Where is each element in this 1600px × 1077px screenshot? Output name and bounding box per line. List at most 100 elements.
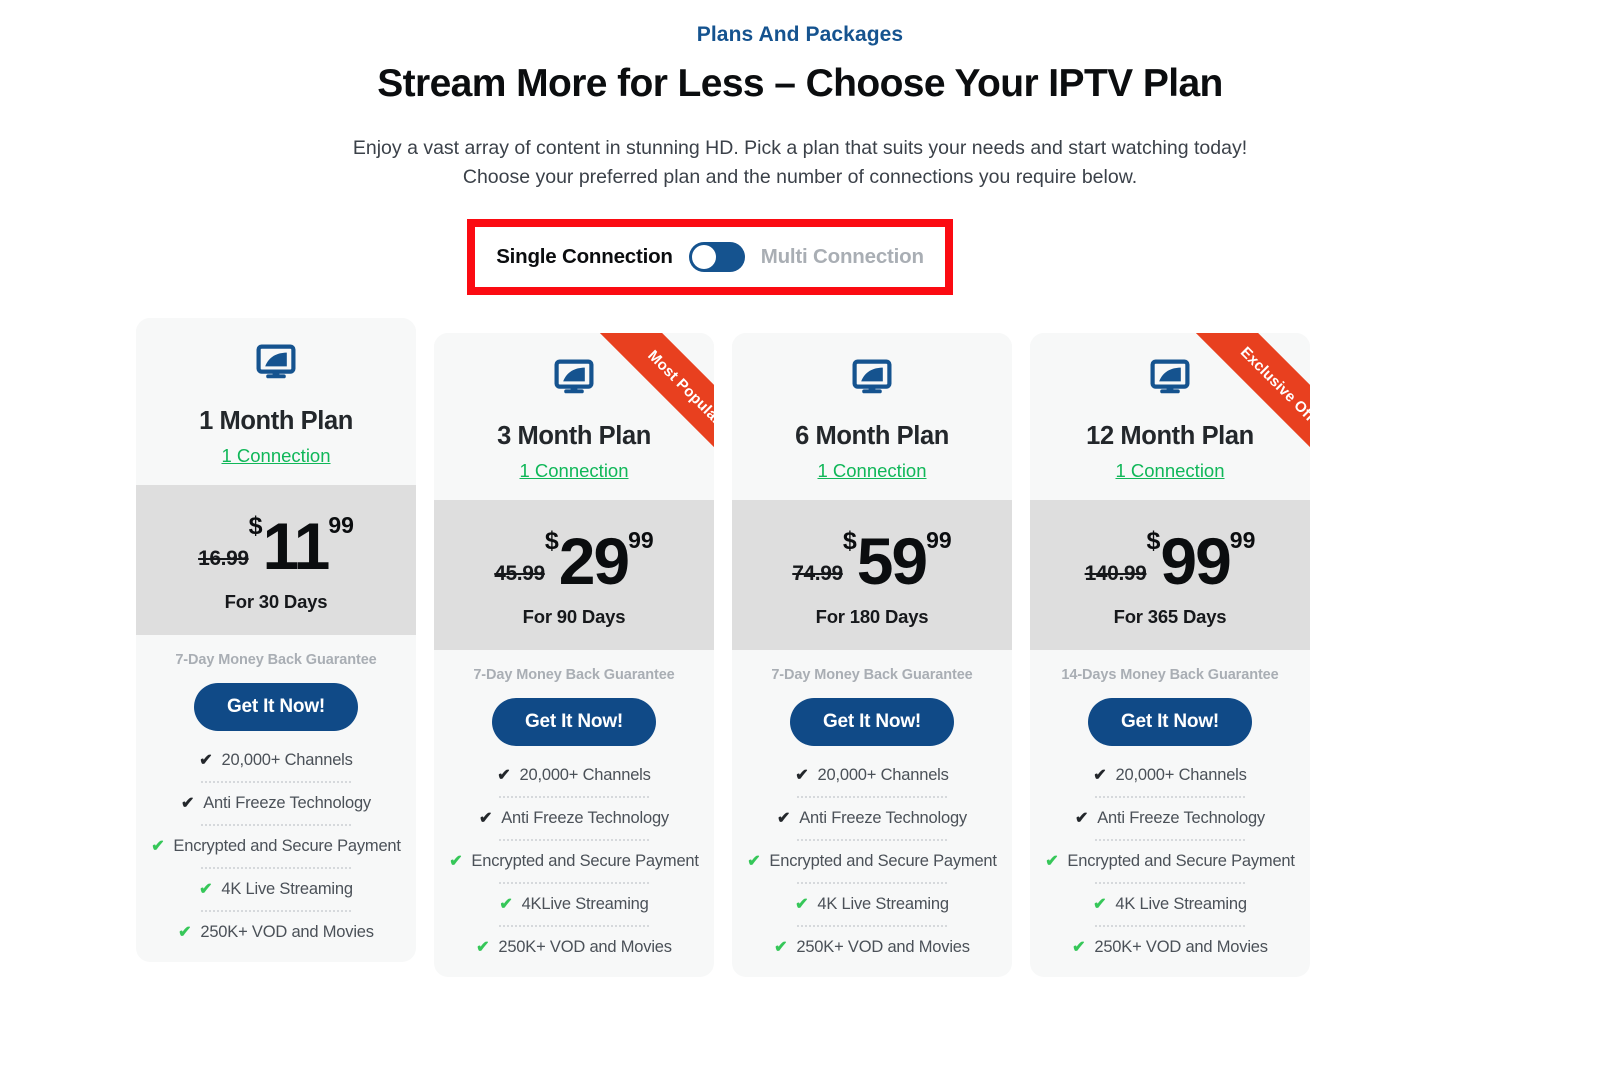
check-icon: ✔	[747, 852, 761, 870]
price-band: 16.99 $ 11 99 For 30 Days	[136, 485, 416, 635]
feature-item: ✔ 20,000+ Channels	[1040, 766, 1300, 785]
currency-symbol: $	[248, 512, 263, 540]
feature-separator	[1095, 882, 1245, 884]
check-icon: ✔	[795, 766, 809, 784]
original-price: 16.99	[198, 547, 249, 570]
feature-separator	[499, 882, 649, 884]
check-icon: ✔	[795, 895, 809, 913]
feature-item: ✔ Encrypted and Secure Payment	[444, 852, 704, 871]
pricing-page: Plans And Packages Stream More for Less …	[0, 0, 1600, 1077]
money-back-guarantee: 7-Day Money Back Guarantee	[771, 667, 973, 683]
plan-name: 6 Month Plan	[795, 422, 949, 450]
feature-item: ✔ 4K Live Streaming	[742, 895, 1002, 914]
feature-separator	[499, 925, 649, 927]
feature-separator	[797, 839, 947, 841]
check-icon: ✔	[479, 809, 493, 827]
pricing-card: 6 Month Plan 1 Connection 74.99 $ 59 99 …	[732, 333, 1012, 977]
connection-count-link[interactable]: 1 Connection	[1115, 460, 1224, 481]
connection-count-link[interactable]: 1 Connection	[221, 445, 330, 466]
feature-separator	[797, 882, 947, 884]
feature-label: Encrypted and Secure Payment	[173, 837, 401, 855]
feature-item: ✔ 20,000+ Channels	[146, 751, 406, 770]
card-header: 3 Month Plan 1 Connection	[434, 333, 714, 500]
currency-symbol: $	[842, 527, 857, 555]
feature-item: ✔ Anti Freeze Technology	[146, 794, 406, 813]
get-it-now-button[interactable]: Get It Now!	[491, 698, 657, 746]
feature-label: Encrypted and Secure Payment	[769, 852, 997, 870]
check-icon: ✔	[777, 809, 791, 827]
price-row: 74.99 $ 59 99	[742, 528, 1002, 594]
feature-item: ✔ Encrypted and Secure Payment	[1040, 852, 1300, 871]
feature-separator	[797, 796, 947, 798]
feature-label: 250K+ VOD and Movies	[200, 923, 374, 941]
price-row: 140.99 $ 99 99	[1040, 528, 1300, 594]
feature-item: ✔ Encrypted and Secure Payment	[146, 837, 406, 856]
feature-label: 4K Live Streaming	[817, 895, 949, 913]
feature-label: Encrypted and Secure Payment	[1067, 852, 1295, 870]
check-icon: ✔	[499, 895, 513, 913]
plan-name: 1 Month Plan	[199, 407, 353, 435]
original-price: 74.99	[792, 562, 843, 585]
card-footer: 14-Days Money Back Guarantee Get It Now!…	[1030, 650, 1310, 977]
currency-symbol: $	[1146, 527, 1161, 555]
card-footer: 7-Day Money Back Guarantee Get It Now! ✔…	[732, 650, 1012, 977]
card-footer: 7-Day Money Back Guarantee Get It Now! ✔…	[136, 635, 416, 962]
price-amount: 29	[558, 524, 630, 598]
monitor-icon	[446, 359, 702, 400]
get-it-now-button[interactable]: Get It Now!	[1087, 698, 1253, 746]
price-band: 74.99 $ 59 99 For 180 Days	[732, 500, 1012, 650]
feature-label: 250K+ VOD and Movies	[1094, 938, 1268, 956]
feature-item: ✔ 250K+ VOD and Movies	[742, 938, 1002, 957]
check-icon: ✔	[151, 837, 165, 855]
price-duration: For 365 Days	[1113, 606, 1227, 627]
feature-separator	[1095, 796, 1245, 798]
monitor-icon	[148, 344, 404, 385]
feature-separator	[201, 910, 351, 912]
feature-separator	[201, 824, 351, 826]
price-cents: 99	[1229, 527, 1256, 553]
check-icon: ✔	[1093, 766, 1107, 784]
get-it-now-button[interactable]: Get It Now!	[789, 698, 955, 746]
price-cents: 99	[926, 527, 952, 553]
plan-name: 3 Month Plan	[497, 422, 651, 450]
card-header: 1 Month Plan 1 Connection	[136, 318, 416, 485]
card-header: 6 Month Plan 1 Connection	[732, 333, 1012, 500]
connection-count-link[interactable]: 1 Connection	[817, 460, 926, 481]
feature-label: 20,000+ Channels	[519, 766, 651, 784]
check-icon: ✔	[1075, 809, 1089, 827]
feature-label: 20,000+ Channels	[817, 766, 949, 784]
check-icon: ✔	[774, 938, 788, 956]
feature-label: 250K+ VOD and Movies	[498, 938, 672, 956]
feature-separator	[201, 867, 351, 869]
price-band: 45.99 $ 29 99 For 90 Days	[434, 500, 714, 650]
feature-item: ✔ Anti Freeze Technology	[742, 809, 1002, 828]
price-duration: For 30 Days	[224, 591, 328, 612]
check-icon: ✔	[178, 923, 192, 941]
feature-item: ✔ 4K Live Streaming	[146, 880, 406, 899]
price-row: 16.99 $ 11 99	[146, 513, 406, 579]
check-icon: ✔	[181, 794, 195, 812]
monitor-icon-svg	[852, 359, 892, 394]
feature-label: Anti Freeze Technology	[501, 809, 669, 827]
get-it-now-button[interactable]: Get It Now!	[193, 683, 359, 731]
feature-label: Anti Freeze Technology	[203, 794, 371, 812]
price-cents: 99	[328, 512, 354, 538]
price-duration: For 90 Days	[522, 606, 626, 627]
check-icon: ✔	[476, 938, 490, 956]
feature-label: 20,000+ Channels	[1115, 766, 1247, 784]
feature-label: Anti Freeze Technology	[1097, 809, 1265, 827]
feature-item: ✔ Anti Freeze Technology	[1040, 809, 1300, 828]
feature-label: 4K Live Streaming	[1115, 895, 1247, 913]
check-icon: ✔	[497, 766, 511, 784]
monitor-icon-svg	[256, 344, 296, 379]
pricing-card: 1 Month Plan 1 Connection 16.99 $ 11 99 …	[136, 318, 416, 962]
check-icon: ✔	[199, 880, 213, 898]
pricing-card-list: 1 Month Plan 1 Connection 16.99 $ 11 99 …	[0, 0, 1600, 1077]
monitor-icon	[744, 359, 1000, 400]
feature-separator	[1095, 839, 1245, 841]
check-icon: ✔	[1093, 895, 1107, 913]
feature-item: ✔ 20,000+ Channels	[742, 766, 1002, 785]
feature-item: ✔ Encrypted and Secure Payment	[742, 852, 1002, 871]
original-price: 45.99	[494, 562, 545, 585]
connection-count-link[interactable]: 1 Connection	[519, 460, 628, 481]
